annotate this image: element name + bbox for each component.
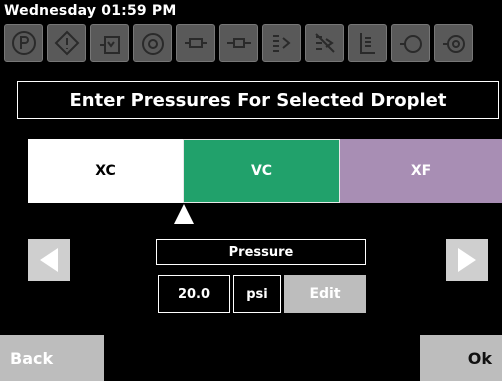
droplet-tabs: XC VC XF xyxy=(28,139,502,203)
tab-vc[interactable]: VC xyxy=(183,139,340,203)
parking-icon[interactable] xyxy=(4,24,43,62)
pressure-label: Pressure xyxy=(156,239,366,265)
page-title: Enter Pressures For Selected Droplet xyxy=(17,81,499,119)
arrow-right-icon xyxy=(458,248,476,272)
icon-toolbar xyxy=(0,24,502,64)
previous-button[interactable] xyxy=(28,239,70,281)
settings-valve-icon[interactable] xyxy=(434,24,473,62)
edit-button[interactable]: Edit xyxy=(284,275,366,313)
arrow-left-icon xyxy=(40,248,58,272)
flow-gauge-icon[interactable] xyxy=(348,24,387,62)
spray-pattern-icon[interactable] xyxy=(262,24,301,62)
tab-xc[interactable]: XC xyxy=(28,139,183,203)
valve-icon[interactable] xyxy=(391,24,430,62)
back-button[interactable]: Back xyxy=(0,335,104,381)
boom-icon[interactable] xyxy=(219,24,258,62)
tank-icon[interactable] xyxy=(90,24,129,62)
next-button[interactable] xyxy=(446,239,488,281)
pressure-value[interactable]: 20.0 xyxy=(158,275,230,313)
pressure-unit: psi xyxy=(233,275,281,313)
ok-button[interactable]: Ok xyxy=(420,335,502,381)
status-time: Wednesday 01:59 PM xyxy=(4,3,177,19)
pump-icon[interactable] xyxy=(133,24,172,62)
crossed-spray-icon[interactable] xyxy=(305,24,344,62)
selected-tab-indicator xyxy=(174,204,194,224)
nozzle-icon[interactable] xyxy=(176,24,215,62)
tab-xf[interactable]: XF xyxy=(340,139,502,203)
warning-icon[interactable] xyxy=(47,24,86,62)
